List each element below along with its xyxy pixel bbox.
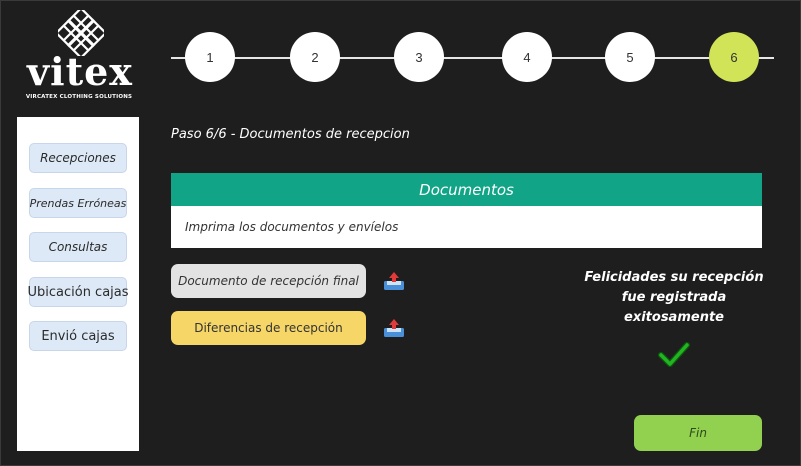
sidebar: Recepciones Prendas Erróneas Consultas U… — [17, 117, 139, 451]
stepper-line — [171, 57, 774, 59]
sidebar-item-recepciones[interactable]: Recepciones — [29, 143, 127, 173]
step-4[interactable]: 4 — [502, 32, 552, 82]
brand-name: vitex — [27, 49, 133, 94]
checkmark-icon — [658, 342, 690, 367]
page-title: Paso 6/6 - Documentos de recepcion — [171, 127, 410, 142]
step-3[interactable]: 3 — [394, 32, 444, 82]
documents-panel-header: Documentos — [171, 173, 762, 206]
sidebar-item-consultas[interactable]: Consultas — [29, 232, 127, 262]
final-reception-document-button[interactable]: Documento de recepción final — [171, 264, 366, 298]
success-line-2: fue registrada — [621, 290, 727, 305]
sidebar-item-ubicacion-cajas[interactable]: Ubicación cajas — [27, 277, 129, 307]
step-5[interactable]: 5 — [605, 32, 655, 82]
upload-icon[interactable] — [382, 270, 406, 292]
finish-button[interactable]: Fin — [634, 415, 762, 451]
reception-differences-button[interactable]: Diferencias de recepción — [171, 311, 366, 345]
vitex-logo: vitex VIRCATEX CLOTHING SOLUTIONS — [14, 10, 144, 102]
progress-stepper: 1 2 3 4 5 6 — [171, 32, 774, 82]
success-message: Felicidades su recepción fue registrada … — [584, 268, 764, 328]
brand-tagline: VIRCATEX CLOTHING SOLUTIONS — [25, 94, 133, 100]
success-line-3: exitosamente — [624, 310, 724, 325]
upload-icon[interactable] — [382, 317, 406, 339]
sidebar-item-prendas-erroneas[interactable]: Prendas Erróneas — [29, 188, 127, 218]
documents-instruction: Imprima los documentos y envíelos — [171, 206, 762, 248]
step-6-current[interactable]: 6 — [709, 32, 759, 82]
step-1[interactable]: 1 — [185, 32, 235, 82]
step-2[interactable]: 2 — [290, 32, 340, 82]
success-line-1: Felicidades su recepción — [584, 270, 764, 285]
sidebar-item-envio-cajas[interactable]: Envió cajas — [29, 321, 127, 351]
